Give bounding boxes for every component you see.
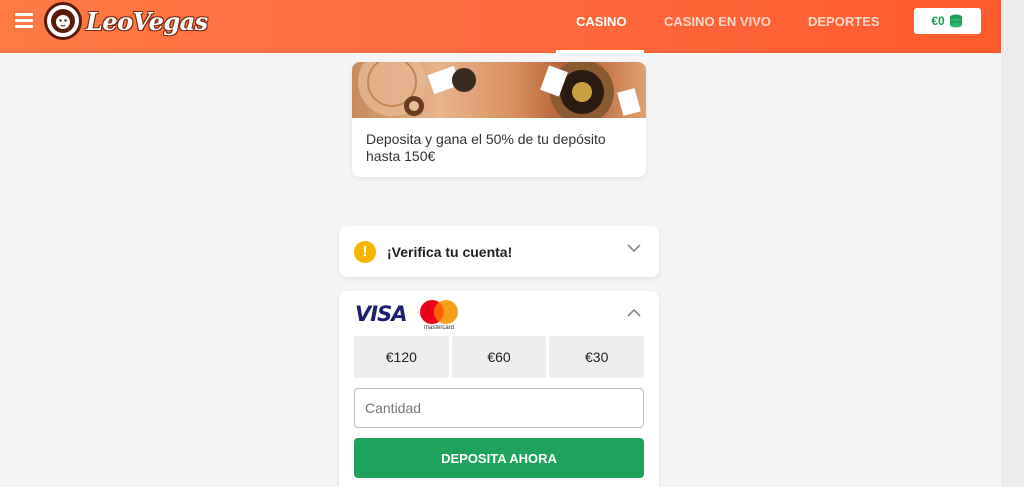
chevron-up-icon[interactable] — [627, 308, 641, 317]
promo-description: Deposita y gana el 50% de tu depósito ha… — [366, 131, 606, 164]
payment-panel: VISA mastercard €120 €60 €30 DEPOSITA AH… — [339, 291, 659, 487]
promo-banner-image — [352, 62, 646, 118]
balance-button[interactable]: €0 — [914, 8, 981, 34]
verify-account-panel[interactable]: ! ¡Verifica tu cuenta! — [339, 226, 659, 277]
visa-logo: VISA — [355, 302, 407, 326]
amount-120-button[interactable]: €120 — [354, 336, 449, 378]
hamburger-menu-icon[interactable] — [15, 13, 33, 29]
tab-casino-en-vivo[interactable]: CASINO EN VIVO — [664, 14, 771, 29]
mastercard-label: mastercard — [423, 325, 454, 331]
leovegas-logo[interactable]: LeoVegas — [44, 2, 208, 40]
brand-name: LeoVegas — [86, 6, 208, 36]
amount-60-button[interactable]: €60 — [451, 336, 547, 378]
tab-deportes[interactable]: DEPORTES — [808, 14, 880, 29]
lion-icon — [44, 2, 82, 40]
promo-card[interactable]: Deposita y gana el 50% de tu depósito ha… — [352, 62, 646, 177]
verify-label: ¡Verifica tu cuenta! — [387, 243, 513, 260]
balance-amount: €0 — [931, 14, 945, 28]
tab-casino[interactable]: CASINO — [576, 14, 627, 29]
scrollbar-track[interactable] — [1001, 0, 1024, 487]
amount-input[interactable] — [354, 388, 644, 428]
chevron-down-icon[interactable] — [627, 244, 641, 253]
deposit-now-button[interactable]: DEPOSITA AHORA — [354, 438, 644, 478]
amount-options: €120 €60 €30 — [354, 336, 645, 378]
active-tab-indicator — [556, 50, 644, 53]
warning-icon: ! — [354, 240, 376, 263]
top-header: LeoVegas CASINO CASINO EN VIVO DEPORTES … — [0, 0, 1001, 53]
coins-icon — [949, 14, 962, 28]
amount-30-button[interactable]: €30 — [549, 336, 645, 378]
